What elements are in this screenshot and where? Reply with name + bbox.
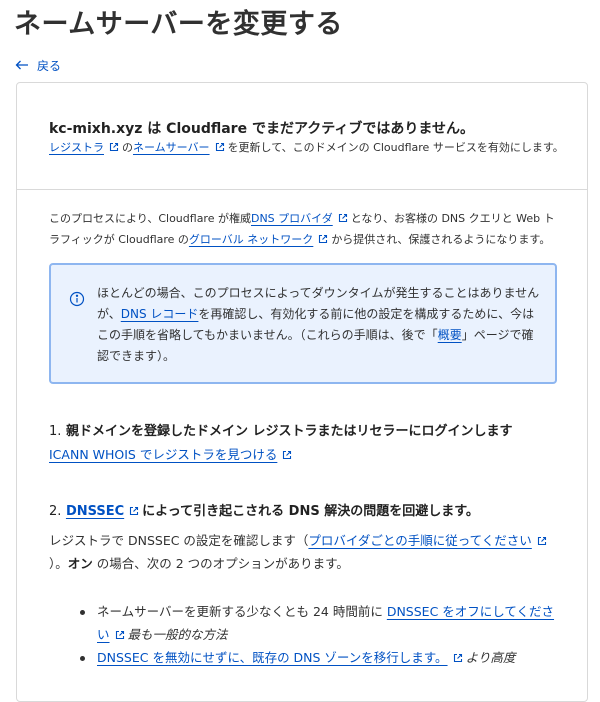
step2-title-rest: によって引き起こされる DNS 解決の問題を回避します。 (142, 504, 479, 519)
external-link-icon (215, 142, 225, 152)
option1-note: 最も一般的な方法 (127, 627, 228, 642)
intro-part1: このプロセスにより、Cloudflare が権威 (49, 212, 251, 225)
option1-pre: ネームサーバーを更新する少なくとも 24 時間前に (97, 604, 387, 619)
option2-note: より高度 (465, 650, 516, 665)
step2-text-part2: ）。 (49, 556, 68, 571)
external-link-icon (115, 630, 125, 640)
step1-title-text: 親ドメインを登録したドメイン レジストラまたはリセラーにログインします (65, 424, 513, 439)
list-item: DNSSEC を無効にせずに、既存の DNS ゾーンを移行します。 より高度 (79, 646, 555, 669)
dns-records-link[interactable]: DNS レコード (121, 307, 199, 321)
info-circle-icon (69, 291, 85, 307)
intro-part3: から提供され、保護されるようになります。 (331, 233, 551, 246)
info-text: ほとんどの場合、このプロセスによってダウンタイムが発生することはありませんが、D… (97, 283, 545, 367)
page-title: ネームサーバーを変更する (14, 9, 343, 40)
external-link-icon (109, 142, 119, 152)
registrar-link[interactable]: レジストラ (49, 141, 104, 154)
list-item: ネームサーバーを更新する少なくとも 24 時間前に DNSSEC をオフにしてく… (79, 600, 555, 646)
step2-title: 2. DNSSEC によって引き起こされる DNS 解決の問題を回避します。 (49, 500, 479, 519)
step2-text-part1: レジストラで DNSSEC の設定を確認します（ (49, 533, 309, 548)
nameserver-link[interactable]: ネームサーバー (133, 141, 210, 154)
back-label: 戻る (37, 59, 62, 73)
card-header: kc-mixh.xyz は Cloudflare でまだアクティブではありません… (17, 83, 587, 190)
step2-number: 2. (49, 504, 62, 519)
step2-text-part3: の場合、次の 2 つのオプションがあります。 (92, 556, 349, 571)
step2-description: レジストラで DNSSEC の設定を確認します（プロバイダごとの手順に従ってくだ… (49, 529, 555, 575)
global-network-link[interactable]: グローバル ネットワーク (189, 233, 313, 246)
external-link-icon (129, 506, 139, 516)
external-link-icon (318, 234, 328, 244)
dns-provider-link[interactable]: DNS プロバイダ (251, 212, 333, 225)
status-sub-part2: を更新して、このドメインの Cloudflare サービスを有効にします。 (227, 141, 564, 154)
migrate-zone-link[interactable]: DNSSEC を無効にせずに、既存の DNS ゾーンを移行します。 (97, 650, 448, 665)
activation-card: kc-mixh.xyz は Cloudflare でまだアクティブではありません… (16, 82, 588, 702)
step1-title: 1. 親ドメインを登録したドメイン レジストラまたはリセラーにログインします (49, 420, 512, 439)
info-callout: ほとんどの場合、このプロセスによってダウンタイムが発生することはありませんが、D… (49, 263, 557, 384)
external-link-icon (453, 653, 463, 663)
step1-number: 1. (49, 424, 62, 439)
provider-steps-link[interactable]: プロバイダごとの手順に従ってください (308, 533, 531, 548)
icann-whois-link[interactable]: ICANN WHOIS でレジストラを見つける (49, 447, 277, 462)
status-sub-part1: の (122, 141, 133, 154)
back-link[interactable]: 戻る (15, 57, 61, 74)
external-link-icon (537, 536, 547, 546)
intro-paragraph: このプロセスにより、Cloudflare が権威DNS プロバイダ となり、お客様… (49, 208, 559, 250)
step2-on-label: オン (67, 556, 93, 571)
dnssec-options-list: ネームサーバーを更新する少なくとも 24 時間前に DNSSEC をオフにしてく… (79, 600, 555, 669)
external-link-icon (282, 450, 292, 460)
external-link-icon (338, 213, 348, 223)
arrow-left-icon (15, 59, 29, 73)
status-heading: kc-mixh.xyz は Cloudflare でまだアクティブではありません… (49, 121, 474, 137)
dnssec-link[interactable]: DNSSEC (66, 504, 124, 519)
status-subtext: レジストラ のネームサーバー を更新して、このドメインの Cloudflare サー… (49, 139, 564, 155)
overview-link[interactable]: 概要 (438, 328, 462, 342)
step1-link-row: ICANN WHOIS でレジストラを見つける (49, 444, 295, 463)
